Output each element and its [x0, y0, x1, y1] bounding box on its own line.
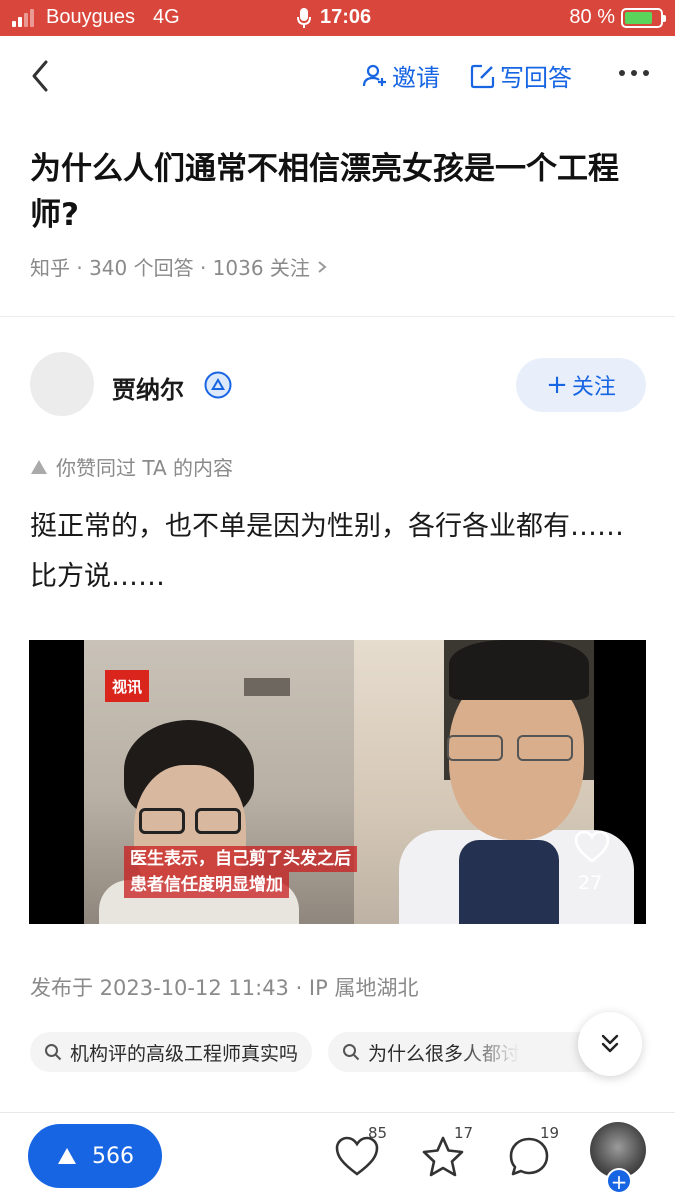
- related-search-text: 机构评的高级工程师真实吗: [70, 1042, 299, 1065]
- video-logo: 视讯: [105, 670, 149, 702]
- battery-icon: [621, 7, 666, 28]
- like-count: 85: [368, 1124, 388, 1142]
- back-arrow-icon[interactable]: [26, 58, 54, 94]
- battery-percent: 80 %: [569, 6, 615, 28]
- question-meta[interactable]: 知乎 · 340 个回答 · 1036 关注: [30, 252, 328, 281]
- upvote-triangle-icon: [31, 459, 47, 474]
- search-icon: [45, 1044, 62, 1061]
- more-options-icon[interactable]: [619, 70, 649, 76]
- publish-info: 发布于 2023-10-12 11:43 · IP 属地湖北: [30, 976, 419, 1000]
- favorite-count: 17: [454, 1124, 474, 1142]
- video-person-right-shirt: [459, 840, 559, 924]
- write-answer-button[interactable]: 写回答: [470, 58, 572, 93]
- add-plus-icon[interactable]: +: [606, 1168, 632, 1194]
- liked-note-text: 你赞同过 TA 的内容: [56, 456, 234, 480]
- video-caption-line1: 医生表示，自己剪了头发之后: [124, 846, 357, 872]
- top-nav: 邀请 写回答: [0, 36, 675, 116]
- comment-count: 19: [540, 1124, 560, 1142]
- status-bar: Bouygues 4G 17:06 80 %: [0, 0, 675, 36]
- write-answer-label: 写回答: [500, 64, 572, 92]
- follow-button[interactable]: + 关注: [516, 358, 646, 412]
- microphone-icon: [297, 7, 311, 28]
- answer-text[interactable]: 挺正常的，也不单是因为性别，各行各业都有……比方说……: [30, 502, 645, 602]
- author-name[interactable]: 贾纳尔: [112, 370, 184, 405]
- related-search-text: 为什么很多人都讨: [368, 1042, 521, 1065]
- search-icon: [343, 1044, 360, 1061]
- bottom-bar-divider: [0, 1112, 675, 1113]
- video-player[interactable]: 视讯 医生表示，自己剪了头发之后 患者信任度明显增加 27: [29, 640, 646, 924]
- related-searches: 机构评的高级工程师真实吗 为什么很多人都讨: [30, 1032, 629, 1072]
- video-person-right-hair: [449, 640, 589, 700]
- video-caption-line2: 患者信任度明显增加: [124, 872, 289, 898]
- person-add-icon: [362, 64, 386, 86]
- vote-count: 566: [92, 1143, 134, 1169]
- video-caption: 医生表示，自己剪了头发之后 患者信任度明显增加: [124, 846, 357, 898]
- network-label: 4G: [152, 6, 180, 28]
- glasses-right-person-right-lens: [517, 735, 573, 761]
- question-title[interactable]: 为什么人们通常不相信漂亮女孩是一个工程师?: [30, 146, 645, 238]
- signal-icon: [12, 8, 34, 27]
- invite-button[interactable]: 邀请: [362, 58, 440, 93]
- glasses-right-lens: [195, 808, 241, 834]
- related-search-chip[interactable]: 机构评的高级工程师真实吗: [30, 1032, 313, 1072]
- video-like-count: 27: [578, 872, 603, 894]
- liked-note: 你赞同过 TA 的内容: [30, 452, 233, 481]
- author-avatar[interactable]: [30, 352, 94, 416]
- edit-icon: [470, 64, 495, 88]
- clock: 17:06: [320, 6, 372, 28]
- glasses-left-lens: [139, 808, 185, 834]
- follow-label: 关注: [571, 375, 616, 400]
- question-meta-text: 知乎 · 340 个回答 · 1036 关注: [30, 256, 310, 280]
- plus-icon: +: [546, 370, 568, 400]
- invite-label: 邀请: [392, 64, 440, 92]
- section-divider: [0, 316, 675, 317]
- chevron-right-icon: [318, 260, 327, 273]
- video-vent: [244, 678, 290, 696]
- video-like-heart-icon[interactable]: [574, 830, 610, 864]
- upvote-button[interactable]: 566: [28, 1124, 162, 1188]
- double-chevron-down-icon: [601, 1034, 619, 1053]
- scroll-down-button[interactable]: [578, 1012, 642, 1076]
- glasses-right-person-left-lens: [447, 735, 503, 761]
- carrier-label: Bouygues: [46, 6, 135, 28]
- upvote-icon: [58, 1148, 76, 1164]
- verified-badge-icon: [204, 371, 232, 399]
